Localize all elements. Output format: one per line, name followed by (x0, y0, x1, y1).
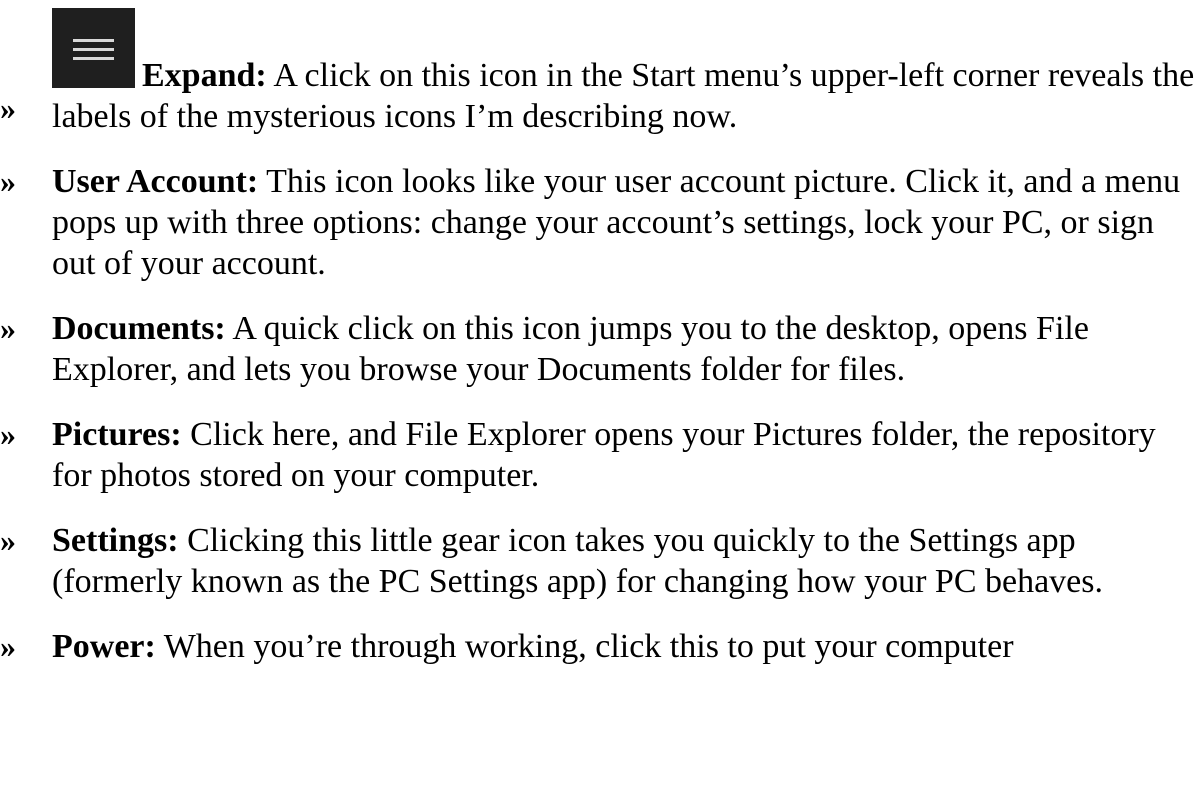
bullet-marker: » (0, 163, 16, 199)
list-item-pictures: » Pictures: Click here, and File Explore… (0, 414, 1199, 496)
bullet-marker: » (0, 628, 16, 664)
item-description: Click here, and File Explorer opens your… (52, 416, 1156, 494)
item-term: Expand: (142, 57, 267, 94)
item-term: Documents: (52, 310, 226, 347)
item-term: Pictures: (52, 416, 182, 453)
item-term: Power: (52, 628, 156, 665)
bullet-marker: » (0, 90, 16, 126)
hamburger-menu-icon (52, 8, 135, 88)
list-item-documents: » Documents: A quick click on this icon … (0, 308, 1199, 390)
list-item-settings: » Settings: Clicking this little gear ic… (0, 520, 1199, 602)
bullet-list: » Expand: A click on this icon in the St… (0, 0, 1199, 691)
item-term: Settings: (52, 522, 179, 559)
list-item-power: » Power: When you’re through working, cl… (0, 626, 1199, 667)
bullet-marker: » (0, 310, 16, 346)
list-item-user-account: » User Account: This icon looks like you… (0, 161, 1199, 284)
item-term: User Account: (52, 163, 259, 200)
item-description: When you’re through working, click this … (155, 628, 1014, 665)
bullet-marker: » (0, 522, 16, 558)
item-description: Clicking this little gear icon takes you… (52, 522, 1103, 600)
list-item-expand: » Expand: A click on this icon in the St… (0, 8, 1199, 137)
bullet-marker: » (0, 416, 16, 452)
